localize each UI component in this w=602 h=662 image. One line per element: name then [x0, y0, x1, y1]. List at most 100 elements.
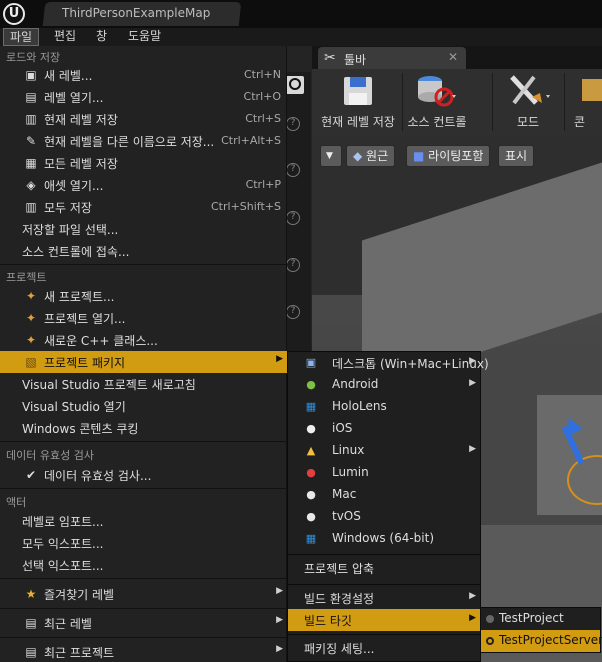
open-asset-icon: ◈ [26, 178, 36, 192]
viewport-options-button[interactable]: ▼ [320, 145, 342, 167]
wrench-icon: ✂ [324, 50, 336, 66]
modes-button[interactable]: 모드 [498, 69, 558, 135]
menu-item-open-level[interactable]: ▤ 레벨 열기... Ctrl+O [0, 86, 287, 108]
save-current-level-button[interactable]: 현재 레벨 저장 [316, 69, 400, 135]
menu-file[interactable]: 파일 [3, 28, 40, 46]
menu-item-zip-project[interactable]: 프로젝트 압축 [288, 557, 480, 579]
chevron-down-icon: ▼ [326, 151, 333, 161]
menu-item-recent-levels[interactable]: ▤ 최근 레벨 ▶ [0, 612, 287, 634]
new-level-icon: ▣ [25, 68, 37, 82]
help-icon[interactable]: ? [286, 211, 300, 225]
menu-item-validate-data[interactable]: ✔ 데이터 유효성 검사... [0, 464, 287, 486]
menu-item-open-asset[interactable]: ◈ 애셋 열기... Ctrl+P [0, 174, 287, 196]
menu-item-build-configuration[interactable]: 빌드 환경설정 ▶ [288, 587, 480, 609]
close-icon[interactable]: ✕ [448, 50, 458, 64]
section-header: 액터 [6, 496, 27, 509]
menu-item-export-selected[interactable]: 선택 익스포트... [0, 554, 287, 576]
submenu-arrow-icon: ▶ [469, 444, 476, 454]
menu-window[interactable]: 창 [90, 28, 113, 46]
menu-separator [0, 264, 287, 265]
windows-icon: ▦ [305, 400, 317, 413]
lumin-icon: ● [306, 466, 316, 479]
lit-icon: ■ [413, 149, 429, 163]
build-target-testproject[interactable]: TestProject [481, 608, 600, 630]
package-icon: ▧ [25, 355, 37, 369]
submenu-arrow-icon: ▶ [469, 591, 476, 601]
help-icon[interactable]: ? [286, 305, 300, 319]
menu-item-export-all[interactable]: 모두 익스포트... [0, 532, 287, 554]
search-icon[interactable] [286, 76, 304, 94]
platform-tvos[interactable]: ● tvOS [288, 506, 480, 528]
menu-item-connect-source-control[interactable]: 소스 컨트롤에 접속... [0, 240, 287, 262]
platform-lumin[interactable]: ● Lumin [288, 462, 480, 484]
menu-separator [0, 488, 287, 489]
build-target-testprojectserver[interactable]: TestProjectServer [481, 630, 602, 652]
menu-item-save-all[interactable]: ▥ 모두 저장 Ctrl+Shift+S [0, 196, 287, 218]
menu-item-save-current-level[interactable]: ▥ 현재 레벨 저장 Ctrl+S [0, 108, 287, 130]
radio-selected-icon [486, 637, 494, 645]
apple-icon: ● [306, 488, 316, 501]
package-project-submenu: ▣ 데스크톱 (Win+Mac+Linux) ▶ ● Android ▶ ▦ H… [287, 351, 489, 662]
perspective-button[interactable]: ◆ 원근 [346, 145, 396, 167]
perspective-icon: ◆ [353, 149, 367, 163]
menu-item-new-level[interactable]: ▣ 새 레벨... Ctrl+N [0, 64, 287, 86]
menu-item-packaging-settings[interactable]: 패키징 세팅... [288, 637, 480, 659]
toolbar-separator [492, 73, 493, 131]
show-button[interactable]: 표시 [498, 145, 535, 167]
recent-project-icon: ▤ [25, 645, 37, 659]
menu-item-cook-windows-content[interactable]: Windows 콘텐츠 쿠킹 [0, 417, 287, 439]
unreal-logo-icon: U [3, 3, 25, 25]
menu-item-build-target[interactable]: 빌드 타깃 ▶ [288, 609, 480, 631]
platform-desktop[interactable]: ▣ 데스크톱 (Win+Mac+Linux) ▶ [288, 352, 489, 374]
menu-separator [288, 634, 480, 635]
ios-icon: ● [306, 422, 316, 435]
menu-item-save-all-levels[interactable]: ▦ 모든 레벨 저장 [0, 152, 287, 174]
menu-separator [0, 441, 287, 442]
star-icon: ★ [25, 587, 37, 601]
toolbar: 현재 레벨 저장 소스 컨트롤 모드 콘 [312, 69, 602, 135]
menu-help[interactable]: 도움말 [122, 28, 167, 46]
file-menu: 로드와 저장 ▣ 새 레벨... Ctrl+N ▤ 레벨 열기... Ctrl+… [0, 46, 287, 662]
toolbar-separator [564, 73, 565, 131]
platform-android[interactable]: ● Android ▶ [288, 374, 480, 396]
platform-windows-64[interactable]: ▦ Windows (64-bit) [288, 528, 480, 550]
menu-edit[interactable]: 편집 [48, 28, 82, 46]
content-button[interactable]: 콘 [568, 69, 602, 135]
submenu-arrow-icon: ▶ [469, 613, 476, 623]
menu-item-import-into-level[interactable]: 레벨로 임포트... [0, 510, 287, 532]
help-icon[interactable]: ? [286, 258, 300, 272]
menu-bar: 파일 편집 창 도움말 [0, 28, 602, 46]
platform-ios[interactable]: ● iOS [288, 418, 480, 440]
menu-item-new-project[interactable]: ✦ 새 프로젝트... [0, 285, 287, 307]
source-control-button[interactable]: 소스 컨트롤 [404, 69, 470, 135]
menu-item-favorite-levels[interactable]: ★ 즐겨찾기 레벨 ▶ [0, 583, 287, 605]
menu-item-package-project[interactable]: ▧ 프로젝트 패키지 ▶ [0, 351, 287, 373]
save-icon [344, 77, 372, 105]
section-header: 데이터 유효성 검사 [6, 449, 94, 462]
menu-item-save-as[interactable]: ✎ 현재 레벨을 다른 이름으로 저장... Ctrl+Alt+S [0, 130, 287, 152]
menu-item-choose-files-to-save[interactable]: 저장할 파일 선택... [0, 218, 287, 240]
menu-item-open-visual-studio[interactable]: Visual Studio 열기 [0, 395, 287, 417]
platform-mac[interactable]: ● Mac [288, 484, 480, 506]
new-project-icon: ✦ [25, 289, 37, 303]
platform-hololens[interactable]: ▦ HoloLens [288, 396, 480, 418]
section-header: 프로젝트 [6, 271, 47, 284]
desktop-icon: ▣ [305, 356, 317, 369]
windows-icon: ▦ [305, 532, 317, 545]
menu-item-new-cpp-class[interactable]: ✦ 새로운 C++ 클래스... [0, 329, 287, 351]
menu-item-refresh-vs-project[interactable]: Visual Studio 프로젝트 새로고침 [0, 373, 287, 395]
help-icon[interactable]: ? [286, 163, 300, 177]
toolbar-tab[interactable]: ✂ 툴바 ✕ [318, 47, 466, 69]
section-header: 로드와 저장 [6, 51, 61, 64]
platform-linux[interactable]: ▲ Linux ▶ [288, 440, 480, 462]
save-all-icon: ▥ [25, 200, 37, 214]
lit-mode-button[interactable]: ■ 라이팅포함 [406, 145, 491, 167]
help-icon[interactable]: ? [286, 117, 300, 131]
cpp-class-icon: ✦ [25, 333, 37, 347]
save-all-levels-icon: ▦ [25, 156, 37, 170]
submenu-arrow-icon: ▶ [469, 378, 476, 388]
menu-item-recent-projects[interactable]: ▤ 최근 프로젝트 ▶ [0, 641, 287, 662]
menu-item-open-project[interactable]: ✦ 프로젝트 열기... [0, 307, 287, 329]
menu-separator [0, 637, 287, 638]
menu-separator [288, 554, 480, 555]
